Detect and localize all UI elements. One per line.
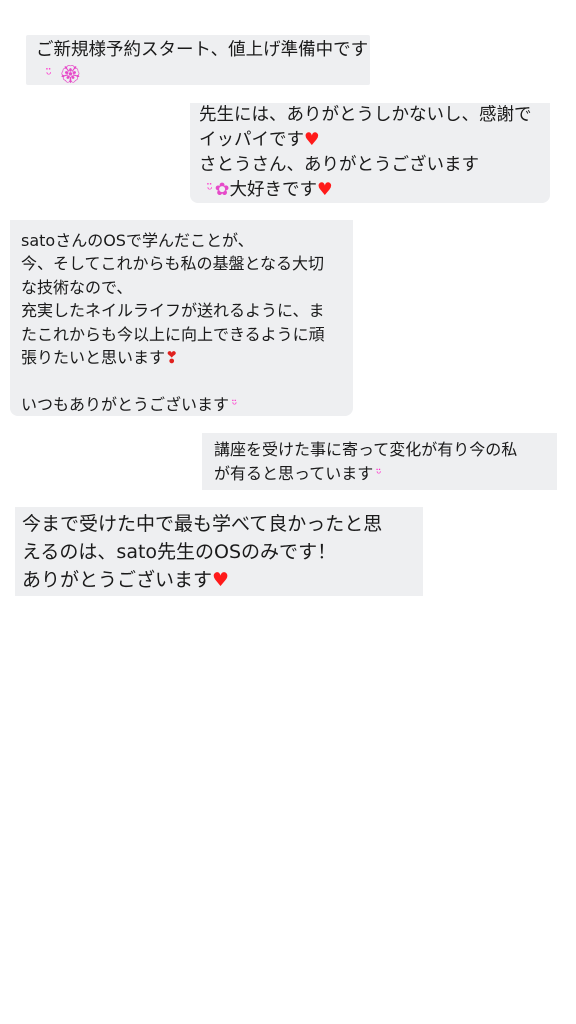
heart-exclamation-emoji-icon: ❣ [165,348,179,368]
emoji-line: ᵕ̈ 🏵 [36,63,370,88]
message-bubble-2[interactable]: 先生には、ありがとうしかないし、感謝で イッパイです♥ さとうさん、ありがとうご… [190,103,550,203]
message-bubble-4[interactable]: 講座を受けた事に寄って変化が有り今の私 が有ると思っています ᵕ̈ [202,433,557,490]
heart-emoji-icon: ♥ [212,569,230,591]
message-text-line: いつもありがとうございます ᵕ̈ [21,393,353,417]
smile-emoji-icon: ᵕ̈ [232,397,238,413]
message-text: 講座を受けた事に寄って変化が有り今の私 [214,440,518,459]
smile-emoji-icon: ᵕ̈ [376,467,382,482]
message-text: えるのは、sato先生のOSのみです！ [22,541,337,563]
message-text: いつもありがとうございます [21,394,230,414]
message-bubble-3[interactable]: satoさんのOSで学んだことが、 今、そしてこれからも私の基盤となる大切 な技… [10,220,353,416]
smile-emoji-icon: ᵕ̈ [46,67,52,83]
smile-emoji-icon: ᵕ̈ [207,182,213,198]
heart-emoji-icon: ♥ [316,180,333,200]
message-text: 先生には、ありがとうしかないし、感謝で [199,105,532,125]
message-text: 今まで受けた中で最も学べて良かったと思 [22,513,383,535]
message-text: イッパイです [199,130,304,150]
message-text: satoさんのOSで学んだことが、 [21,231,254,250]
message-text: が有ると思っています [214,464,374,483]
message-text: 大好きです [229,180,317,200]
heart-emoji-icon: ♥ [304,130,320,150]
message-text: ありがとうございます [22,569,213,591]
message-text: ご新規様予約スタート、値上げ準備中です [36,40,369,60]
message-text: な技術なので、 [21,277,133,297]
flower-emoji-icon: 🏵 [59,65,82,85]
message-text-line: ᵕ̈ ✿大好きです♥ [199,178,550,203]
message-text: さとうさん、ありがとうございます [199,155,479,175]
message-text-line: ありがとうございます♥ [22,566,423,594]
message-text: 充実したネイルライフが送れるように、ま [21,301,325,321]
message-text-line: 張りたいと思います❣ [21,346,353,369]
message-text: 張りたいと思います [21,348,166,368]
message-text: 今、そしてこれからも私の基盤となる大切 [21,254,325,274]
message-text-line: が有ると思っています ᵕ̈ [214,462,557,487]
message-bubble-1[interactable]: ご新規様予約スタート、値上げ準備中です ᵕ̈ 🏵 [26,35,370,85]
message-text: たこれからも今以上に向上できるように頑 [21,324,325,344]
message-bubble-5[interactable]: 今まで受けた中で最も学べて良かったと思 えるのは、sato先生のOSのみです！ … [15,507,423,596]
flower-emoji-icon: ✿ [214,180,230,200]
message-text-line: イッパイです♥ [199,128,550,153]
